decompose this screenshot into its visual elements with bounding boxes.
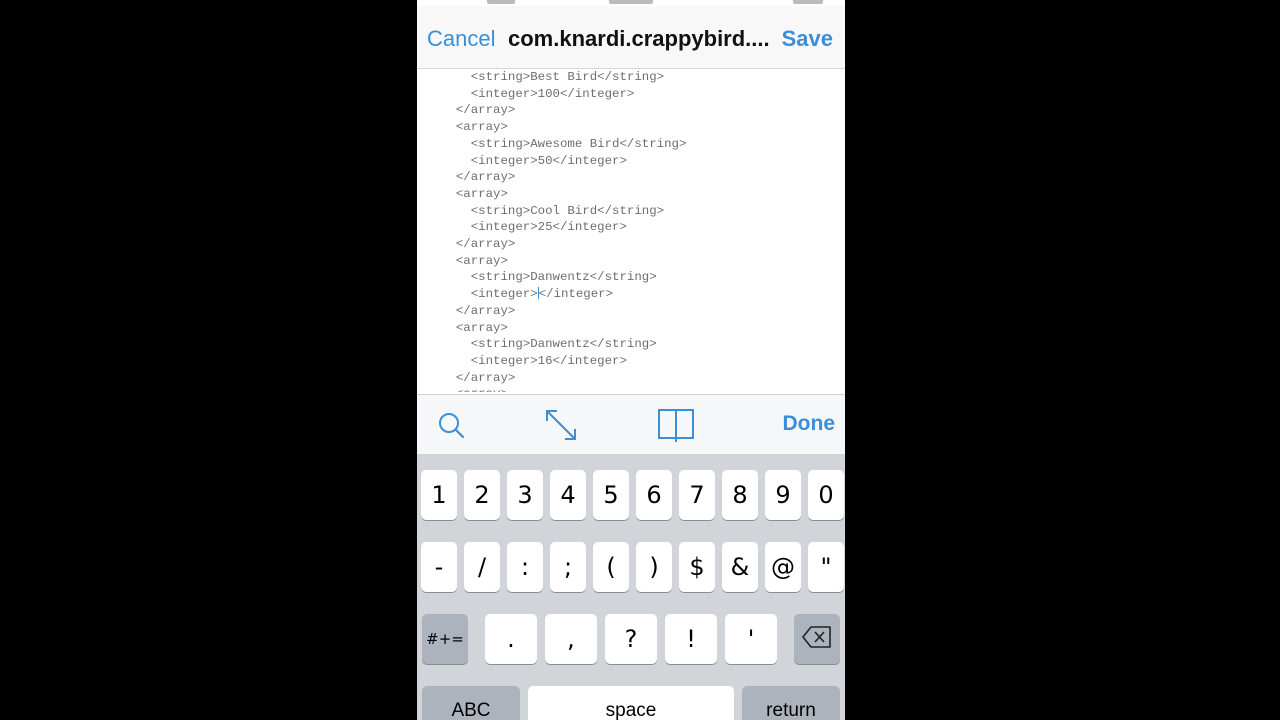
- code-line: <array>: [441, 253, 508, 268]
- keyboard-accessory-bar: Done: [417, 394, 845, 455]
- key-4[interactable]: 5: [593, 470, 629, 520]
- key-6[interactable]: 7: [679, 470, 715, 520]
- code-line: <integer>100</integer>: [441, 86, 635, 101]
- code-line: <integer>25</integer>: [441, 220, 627, 235]
- code-line: </array>: [441, 370, 516, 385]
- search-icon[interactable]: [433, 407, 469, 443]
- space-key[interactable]: space: [528, 686, 734, 720]
- navigation-bar: Cancel com.knardi.crappybird.... Save: [417, 6, 845, 69]
- code-line: <integer>16</integer>: [441, 353, 627, 368]
- punctuation-key[interactable]: !: [665, 614, 717, 664]
- code-line: <string>Danwentz</string>: [441, 337, 657, 352]
- code-line: <array>: [441, 320, 508, 335]
- symbol-key[interactable]: ): [636, 542, 672, 592]
- code-line: </array>: [441, 237, 516, 251]
- book-icon[interactable]: [658, 407, 694, 443]
- code-editor[interactable]: <string>Best Bird</string> <integer>100<…: [417, 69, 845, 394]
- expand-icon[interactable]: [543, 407, 579, 443]
- symbol-key[interactable]: -: [421, 542, 457, 592]
- code-line: </array>: [441, 303, 516, 318]
- text-caret: [537, 287, 539, 300]
- more-symbols-key[interactable]: #+=: [422, 614, 468, 664]
- key-0[interactable]: 1: [421, 470, 457, 520]
- code-line: <integer></integer>: [441, 287, 614, 302]
- key-8[interactable]: 9: [765, 470, 801, 520]
- symbol-key[interactable]: :: [507, 542, 543, 592]
- code-line: <string>Danwentz</string>: [441, 270, 657, 285]
- symbol-key[interactable]: $: [679, 542, 715, 592]
- symbol-key[interactable]: (: [593, 542, 629, 592]
- punctuation-key[interactable]: ': [725, 614, 777, 664]
- save-button[interactable]: Save: [782, 26, 833, 52]
- page-title: com.knardi.crappybird....: [508, 26, 770, 51]
- code-line: <array>: [441, 120, 508, 135]
- abc-key[interactable]: ABC: [422, 686, 520, 720]
- punctuation-key[interactable]: ?: [605, 614, 657, 664]
- key-9[interactable]: 0: [808, 470, 844, 520]
- symbol-key[interactable]: @: [765, 542, 801, 592]
- punctuation-key[interactable]: .: [485, 614, 537, 664]
- code-line-cut: <array>: [441, 386, 508, 392]
- key-2[interactable]: 3: [507, 470, 543, 520]
- symbol-key[interactable]: /: [464, 542, 500, 592]
- key-5[interactable]: 6: [636, 470, 672, 520]
- code-line: </array>: [441, 170, 516, 185]
- symbol-key[interactable]: &: [722, 542, 758, 592]
- backspace-icon: [802, 626, 832, 652]
- symbol-key[interactable]: ;: [550, 542, 586, 592]
- phone-screen: Cancel com.knardi.crappybird.... Save <s…: [417, 0, 845, 720]
- code-line: <integer>50</integer>: [441, 153, 627, 168]
- code-line: <string>Best Bird</string>: [441, 70, 665, 84]
- return-key[interactable]: return: [742, 686, 840, 720]
- code-line: <array>: [441, 186, 508, 201]
- code-line: <string>Awesome Bird</string>: [441, 136, 687, 151]
- cancel-button[interactable]: Cancel: [427, 26, 495, 52]
- symbol-key[interactable]: ": [808, 542, 844, 592]
- done-button[interactable]: Done: [783, 412, 836, 436]
- punctuation-key[interactable]: ,: [545, 614, 597, 664]
- code-line: <string>Cool Bird</string>: [441, 203, 665, 218]
- key-1[interactable]: 2: [464, 470, 500, 520]
- key-3[interactable]: 4: [550, 470, 586, 520]
- keyboard: 1234567890 - /:;() $ & @ " #+= .,?! ' ABC spac…: [417, 454, 845, 720]
- delete-key[interactable]: [794, 614, 840, 664]
- key-7[interactable]: 8: [722, 470, 758, 520]
- code-line: </array>: [441, 103, 516, 118]
